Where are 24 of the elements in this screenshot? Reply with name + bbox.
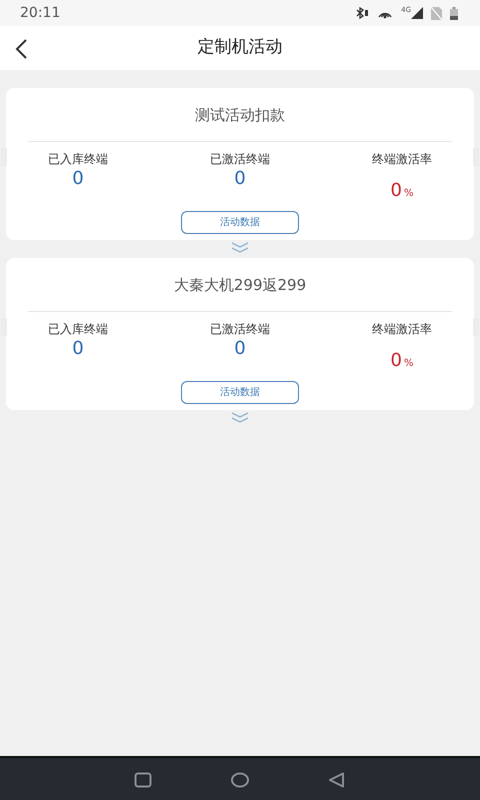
stat-label: 终端激活率 [372, 320, 432, 338]
stat-value: 0 [72, 338, 84, 360]
activity-title: 大秦大机299返299 [28, 258, 452, 312]
activity-title: 测试活动扣款 [28, 88, 452, 142]
signal-icon [411, 7, 423, 19]
stat-label: 已入库终端 [48, 150, 108, 168]
stat-label: 已激活终端 [210, 150, 270, 168]
battery-icon [450, 6, 458, 20]
stat-label: 已入库终端 [48, 320, 108, 338]
page-title: 定制机活动 [198, 36, 282, 60]
no-sim-icon [431, 6, 442, 20]
rate-number: 0 [390, 180, 402, 202]
rate-number: 0 [390, 350, 402, 372]
stat-label: 已激活终端 [210, 320, 270, 338]
stat-value: 0 [234, 168, 246, 190]
percent-sign: % [404, 188, 414, 200]
bluetooth-icon [355, 7, 370, 19]
stat-value: 0 [72, 168, 84, 190]
activity-data-button[interactable]: 活动数据 [181, 211, 299, 234]
stat-label: 终端激活率 [372, 150, 432, 168]
stat-value: 0 [234, 338, 246, 360]
status-time: 20:11 [20, 4, 60, 22]
activity-data-button[interactable]: 活动数据 [181, 381, 299, 404]
percent-sign: % [404, 358, 414, 370]
